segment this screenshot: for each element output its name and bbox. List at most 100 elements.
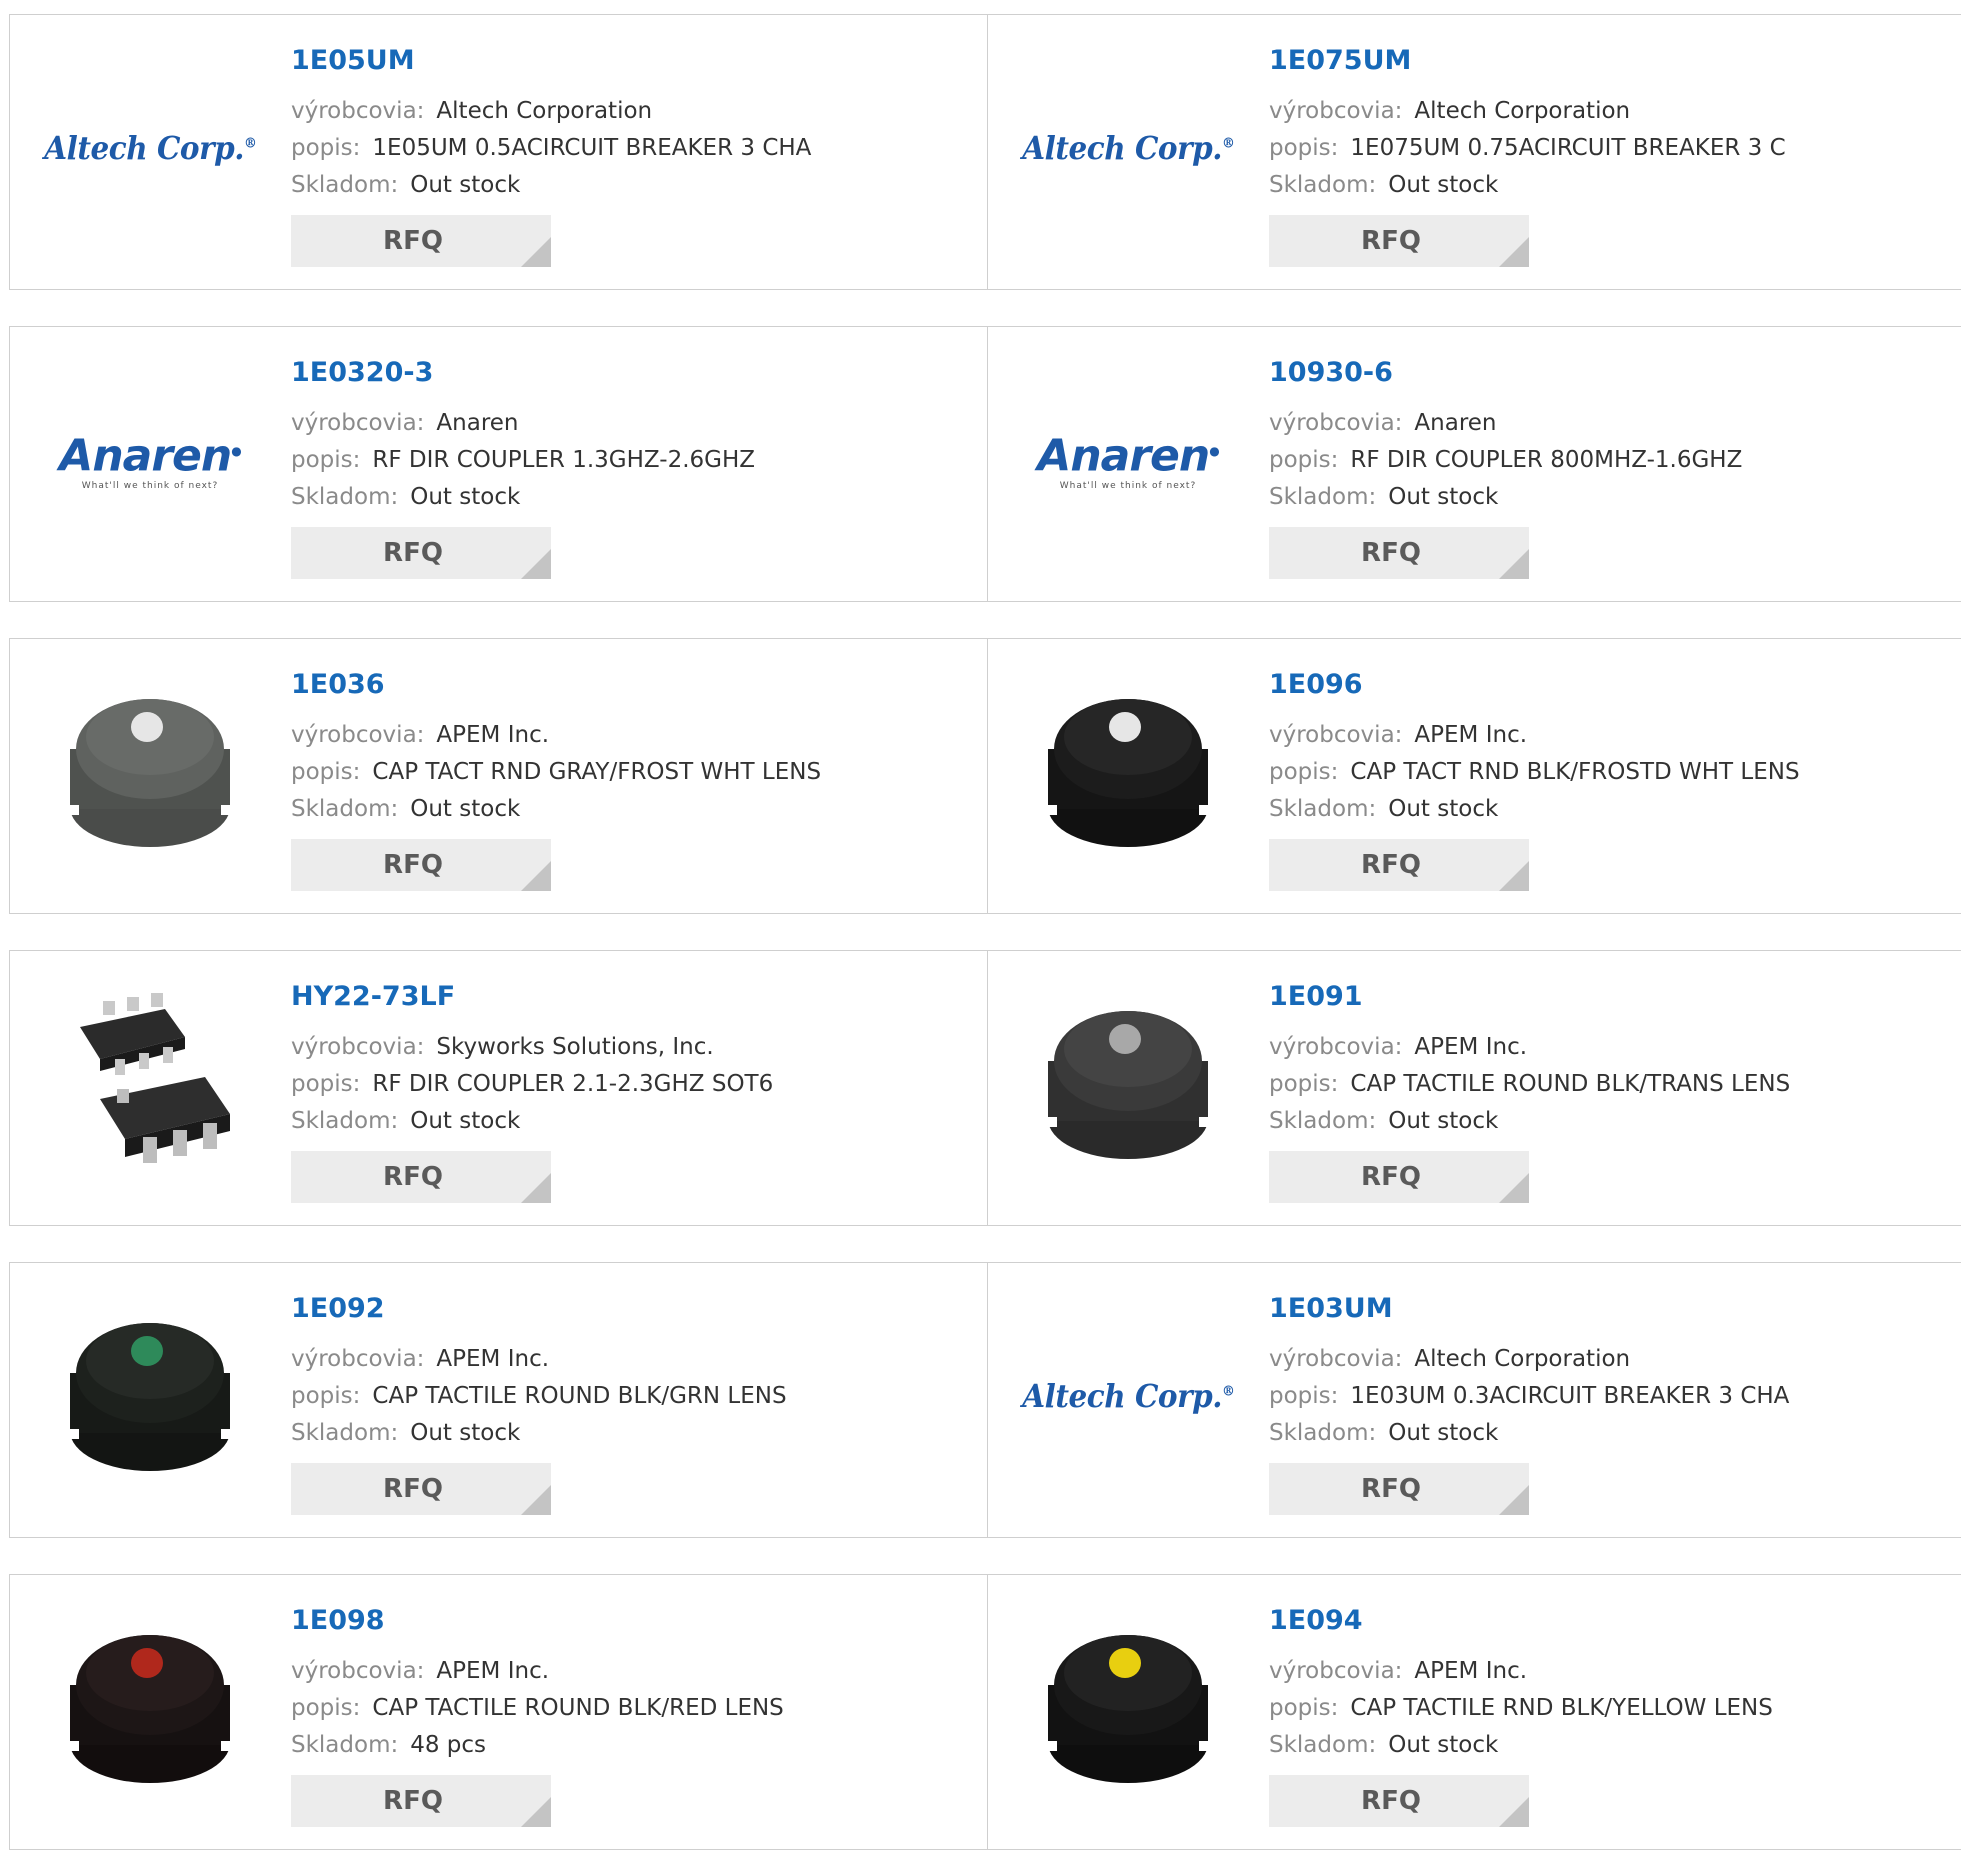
rfq-button[interactable]: RFQ	[1269, 215, 1529, 267]
manufacturer-label: výrobcovia:	[291, 1346, 425, 1372]
yellow-lens-cap-image	[1043, 1635, 1213, 1783]
rfq-button[interactable]: RFQ	[1269, 1775, 1529, 1827]
stock-label: Skladom:	[1269, 172, 1377, 198]
stock-label: Skladom:	[291, 1732, 399, 1758]
description-label: popis:	[1269, 1071, 1339, 1097]
rfq-button[interactable]: RFQ	[1269, 1463, 1529, 1515]
description-value: 1E075UM 0.75ACIRCUIT BREAKER 3 C	[1350, 135, 1786, 161]
part-number-link[interactable]: HY22-73LF	[291, 981, 455, 1012]
stock-value: Out stock	[410, 484, 521, 510]
stock-row: Skladom: Out stock	[291, 796, 520, 822]
rfq-button[interactable]: RFQ	[291, 527, 551, 579]
product-image	[1028, 672, 1228, 872]
description-row: popis: CAP TACTILE RND BLK/YELLOW LENS	[1269, 1695, 1773, 1721]
part-number-link[interactable]: 1E03UM	[1269, 1293, 1393, 1324]
part-number-link[interactable]: 1E092	[291, 1293, 385, 1324]
rfq-button[interactable]: RFQ	[291, 1463, 551, 1515]
rfq-button[interactable]: RFQ	[291, 1151, 551, 1203]
rfq-button[interactable]: RFQ	[291, 1775, 551, 1827]
manufacturer-value: APEM Inc.	[1414, 1034, 1528, 1060]
manufacturer-logo: Altech Corp.®	[44, 48, 257, 248]
rfq-button[interactable]: RFQ	[1269, 527, 1529, 579]
manufacturer-value: Anaren	[436, 410, 519, 436]
description-label: popis:	[1269, 759, 1339, 785]
product-image	[50, 672, 250, 872]
description-row: popis: 1E05UM 0.5ACIRCUIT BREAKER 3 CHA	[291, 135, 811, 161]
manufacturer-label: výrobcovia:	[1269, 1658, 1403, 1684]
rfq-button[interactable]: RFQ	[1269, 839, 1529, 891]
stock-value: Out stock	[1388, 1732, 1499, 1758]
description-row: popis: CAP TACTILE ROUND BLK/TRANS LENS	[1269, 1071, 1790, 1097]
stock-label: Skladom:	[291, 1108, 399, 1134]
manufacturer-row: výrobcovia: Altech Corporation	[1269, 98, 1630, 124]
description-value: CAP TACTILE ROUND BLK/GRN LENS	[372, 1383, 787, 1409]
gray-cap-image	[65, 699, 235, 847]
part-number-link[interactable]: 1E036	[291, 669, 385, 700]
manufacturer-row: výrobcovia: Anaren	[291, 410, 519, 436]
part-number-link[interactable]: 1E098	[291, 1605, 385, 1636]
stock-row: Skladom: Out stock	[291, 1420, 520, 1446]
rfq-button[interactable]: RFQ	[291, 839, 551, 891]
stock-label: Skladom:	[1269, 1108, 1377, 1134]
description-value: CAP TACTILE ROUND BLK/TRANS LENS	[1350, 1071, 1791, 1097]
anaren-logo: Anaren● What'll we think of next?	[59, 430, 241, 491]
red-lens-cap-image	[65, 1635, 235, 1783]
rfq-label: RFQ	[1361, 1786, 1421, 1816]
part-number-link[interactable]: 1E096	[1269, 669, 1363, 700]
description-label: popis:	[1269, 447, 1339, 473]
part-number-link[interactable]: 1E0320-3	[291, 357, 433, 388]
product-image	[1028, 1608, 1228, 1808]
product-card: 1E096 výrobcovia: APEM Inc. popis: CAP TAC…	[987, 638, 1961, 914]
rfq-button[interactable]: RFQ	[291, 215, 551, 267]
part-number-link[interactable]: 1E05UM	[291, 45, 415, 76]
corner-triangle-icon	[1499, 1173, 1529, 1203]
rfq-label: RFQ	[383, 1474, 443, 1504]
stock-row: Skladom: Out stock	[291, 1108, 520, 1134]
manufacturer-value: Altech Corporation	[436, 98, 653, 124]
manufacturer-label: výrobcovia:	[291, 98, 425, 124]
description-label: popis:	[1269, 135, 1339, 161]
manufacturer-logo: Anaren● What'll we think of next?	[50, 360, 250, 560]
corner-triangle-icon	[1499, 1797, 1529, 1827]
description-row: popis: CAP TACTILE ROUND BLK/GRN LENS	[291, 1383, 787, 1409]
corner-triangle-icon	[521, 1485, 551, 1515]
stock-row: Skladom: Out stock	[291, 172, 520, 198]
description-value: CAP TACT RND GRAY/FROST WHT LENS	[372, 759, 822, 785]
description-value: CAP TACT RND BLK/FROSTD WHT LENS	[1350, 759, 1800, 785]
description-value: CAP TACTILE ROUND BLK/RED LENS	[372, 1695, 784, 1721]
stock-label: Skladom:	[291, 1420, 399, 1446]
manufacturer-label: výrobcovia:	[291, 722, 425, 748]
manufacturer-label: výrobcovia:	[291, 410, 425, 436]
description-row: popis: 1E075UM 0.75ACIRCUIT BREAKER 3 C	[1269, 135, 1786, 161]
stock-value: 48 pcs	[410, 1732, 487, 1758]
description-value: 1E05UM 0.5ACIRCUIT BREAKER 3 CHA	[372, 135, 812, 161]
product-card: Anaren● What'll we think of next? 10930-…	[987, 326, 1961, 602]
product-card: 1E036 výrobcovia: APEM Inc. popis: CAP TAC…	[9, 638, 988, 914]
manufacturer-row: výrobcovia: Altech Corporation	[1269, 1346, 1630, 1372]
manufacturer-logo: Anaren● What'll we think of next?	[1028, 360, 1228, 560]
stock-row: Skladom: Out stock	[1269, 484, 1498, 510]
description-label: popis:	[291, 1695, 361, 1721]
description-row: popis: RF DIR COUPLER 800MHZ-1.6GHZ	[1269, 447, 1742, 473]
rfq-label: RFQ	[1361, 1162, 1421, 1192]
part-number-link[interactable]: 1E075UM	[1269, 45, 1411, 76]
stock-value: Out stock	[1388, 796, 1499, 822]
description-row: popis: RF DIR COUPLER 1.3GHZ-2.6GHZ	[291, 447, 755, 473]
anaren-logo: Anaren● What'll we think of next?	[1037, 430, 1219, 491]
manufacturer-value: Altech Corporation	[1414, 98, 1631, 124]
part-number-link[interactable]: 10930-6	[1269, 357, 1393, 388]
description-row: popis: 1E03UM 0.3ACIRCUIT BREAKER 3 CHA	[1269, 1383, 1789, 1409]
corner-triangle-icon	[521, 1797, 551, 1827]
corner-triangle-icon	[1499, 861, 1529, 891]
stock-row: Skladom: Out stock	[291, 484, 520, 510]
rfq-button[interactable]: RFQ	[1269, 1151, 1529, 1203]
part-number-link[interactable]: 1E091	[1269, 981, 1363, 1012]
stock-value: Out stock	[1388, 1420, 1499, 1446]
corner-triangle-icon	[521, 549, 551, 579]
description-row: popis: CAP TACT RND BLK/FROSTD WHT LENS	[1269, 759, 1800, 785]
stock-value: Out stock	[410, 172, 521, 198]
manufacturer-row: výrobcovia: APEM Inc.	[1269, 722, 1527, 748]
part-number-link[interactable]: 1E094	[1269, 1605, 1363, 1636]
stock-row: Skladom: Out stock	[1269, 1108, 1498, 1134]
stock-value: Out stock	[410, 1420, 521, 1446]
